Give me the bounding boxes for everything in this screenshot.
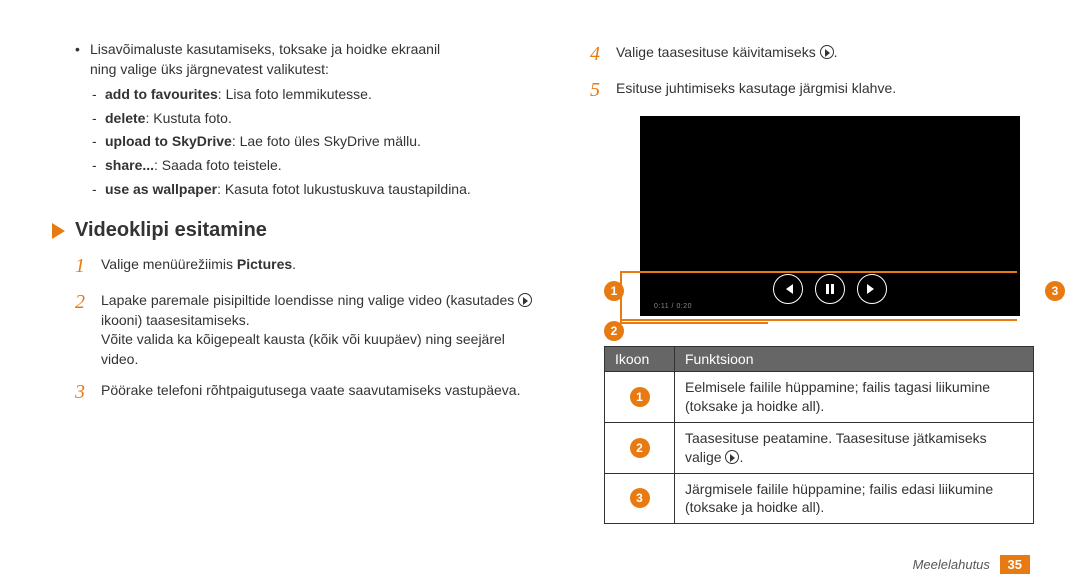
th-function: Funktsioon	[675, 347, 1034, 372]
right-column: 4 Valige taasesituse käivitamiseks . 5 E…	[590, 40, 1040, 524]
section-heading-video-playback: Videoklipi esitamine	[50, 219, 540, 242]
left-column: • Lisavõimaluste kasutamiseks, toksake j…	[50, 40, 540, 524]
option-use-as-wallpaper: use as wallpaper: Kasuta fotot lukustusk…	[90, 180, 540, 200]
row-text-1: Eelmisele failile hüppamine; failis taga…	[675, 372, 1034, 423]
callout-badge-3: 3	[1045, 281, 1065, 301]
callout-badge-1: 1	[604, 281, 624, 301]
step-3: 3 Pöörake telefoni rõhtpaigutusega vaate…	[50, 378, 540, 406]
controls-table: Ikoon Funktsioon 1 Eelmisele failile hüp…	[604, 346, 1034, 524]
step-2: 2 Lapake paremale pisipiltide loendisse …	[50, 288, 540, 369]
pause-icon[interactable]	[815, 274, 845, 304]
table-row: 1 Eelmisele failile hüppamine; failis ta…	[605, 372, 1034, 423]
table-row: 3 Järgmisele failile hüppamine; failis e…	[605, 473, 1034, 524]
step-1: 1 Valige menüürežiimis Pictures.	[50, 252, 540, 280]
row-text-3: Järgmisele failile hüppamine; failis eda…	[675, 473, 1034, 524]
option-delete: delete: Kustuta foto.	[90, 109, 540, 129]
th-icon: Ikoon	[605, 347, 675, 372]
option-share: share...: Saada foto teistele.	[90, 156, 540, 176]
step-5: 5 Esituse juhtimiseks kasutage järgmisi …	[590, 76, 1040, 104]
table-row: 2 Taasesituse peatamine. Taasesituse jät…	[605, 422, 1034, 473]
option-add-to-favourites: add to favourites: Lisa foto lemmikutess…	[90, 85, 540, 105]
row-badge-1: 1	[630, 387, 650, 407]
row-text-2: Taasesituse peatamine. Taasesituse jätka…	[675, 422, 1034, 473]
play-icon	[820, 45, 834, 59]
row-badge-2: 2	[630, 438, 650, 458]
bullet-intro-line1: Lisavõimaluste kasutamiseks, toksake ja …	[90, 41, 440, 57]
bullet-intro-line2: ning valige üks järgnevatest valikutest:	[90, 61, 329, 77]
page-footer: Meelelahutus 35	[913, 557, 1030, 572]
options-bullet: • Lisavõimaluste kasutamiseks, toksake j…	[50, 40, 540, 199]
video-player: 0:11 / 0:20	[640, 116, 1020, 316]
footer-page-number: 35	[1000, 555, 1030, 574]
video-player-figure: 0:11 / 0:20 1 2 3	[640, 116, 1040, 316]
play-icon	[725, 450, 739, 464]
play-icon	[518, 293, 532, 307]
option-upload-to-skydrive: upload to SkyDrive: Lae foto üles SkyDri…	[90, 132, 540, 152]
chevron-right-icon	[52, 223, 65, 239]
footer-section-name: Meelelahutus	[913, 557, 990, 572]
next-track-icon[interactable]	[857, 274, 887, 304]
previous-track-icon[interactable]	[773, 274, 803, 304]
step-4: 4 Valige taasesituse käivitamiseks .	[590, 40, 1040, 68]
playback-time: 0:11 / 0:20	[654, 303, 692, 310]
row-badge-3: 3	[630, 488, 650, 508]
callout-badge-2: 2	[604, 321, 624, 341]
